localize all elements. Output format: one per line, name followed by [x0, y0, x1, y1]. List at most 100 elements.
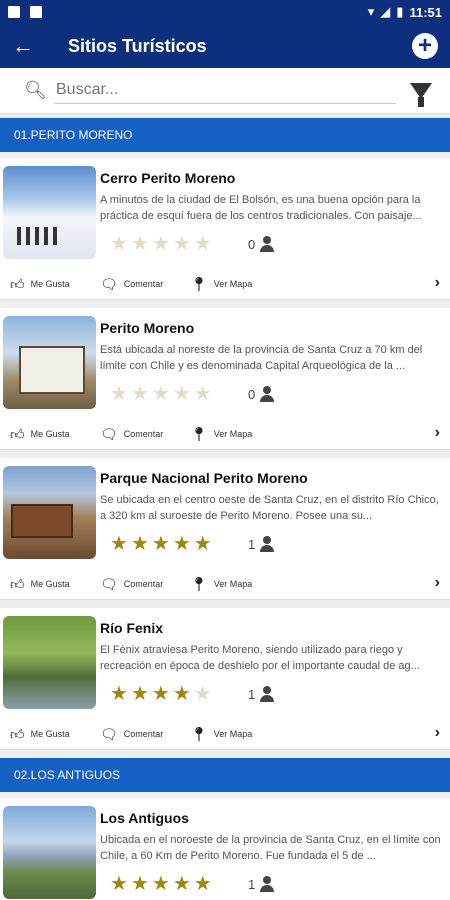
site-description: El Fénix atraviesa Perito Moreno, siendo… — [100, 644, 420, 672]
thumbs-up-icon: 👍︎ — [10, 425, 25, 442]
sites-list: 01.PERITO MORENO Cerro Perito Moreno A m… — [0, 118, 450, 900]
star-icon[interactable]: ★ — [131, 684, 149, 704]
chevron-right-icon[interactable]: › — [435, 424, 440, 442]
like-label: Me Gusta — [30, 279, 70, 289]
comment-button[interactable]: 🗨︎ Comentar — [100, 726, 163, 743]
comment-button[interactable]: 🗨︎ Comentar — [100, 576, 163, 593]
star-icon[interactable]: ★ — [152, 234, 170, 254]
map-button[interactable]: 📍︎ Ver Mapa — [190, 576, 252, 593]
search-input[interactable] — [54, 77, 396, 104]
star-icon[interactable]: ★ — [110, 384, 128, 404]
rating-stars[interactable]: ★ ★ ★ ★ ★ — [110, 534, 212, 554]
star-icon[interactable]: ★ — [173, 684, 191, 704]
site-card[interactable]: Cerro Perito Moreno A minutos de la ciud… — [0, 158, 450, 300]
rating-count-value: 1 — [248, 686, 256, 702]
comment-icon: 🗨︎ — [100, 425, 118, 442]
site-description: Ubicada en el noroeste de la provincia d… — [100, 834, 441, 862]
rating-count-value: 1 — [248, 536, 256, 552]
card-actions: 👍︎ Me Gusta 🗨︎ Comentar 📍︎ Ver Mapa — [0, 270, 450, 298]
app-bar: ← Sitios Turísticos + — [0, 24, 450, 68]
rating-count: 1 — [248, 536, 275, 552]
rating-stars[interactable]: ★ ★ ★ ★ ★ — [110, 384, 212, 404]
star-icon[interactable]: ★ — [194, 384, 212, 404]
like-button[interactable]: 👍︎ Me Gusta — [10, 276, 70, 293]
site-thumbnail[interactable] — [3, 166, 96, 259]
star-icon[interactable]: ★ — [131, 534, 149, 554]
like-button[interactable]: 👍︎ Me Gusta — [10, 726, 70, 743]
map-button[interactable]: 📍︎ Ver Mapa — [190, 276, 252, 293]
like-button[interactable]: 👍︎ Me Gusta — [10, 576, 70, 593]
chevron-right-icon[interactable]: › — [435, 274, 440, 292]
comment-button[interactable]: 🗨︎ Comentar — [100, 276, 163, 293]
thumbs-up-icon: 👍︎ — [10, 575, 25, 592]
star-icon[interactable]: ★ — [194, 874, 212, 894]
site-thumbnail[interactable] — [3, 316, 96, 409]
map-button[interactable]: 📍︎ Ver Mapa — [190, 726, 252, 743]
star-icon[interactable]: ★ — [152, 874, 170, 894]
star-icon[interactable]: ★ — [131, 234, 149, 254]
add-icon[interactable]: + — [412, 33, 438, 59]
comment-label: Comentar — [123, 279, 164, 289]
star-icon[interactable]: ★ — [173, 234, 191, 254]
star-icon[interactable]: ★ — [152, 684, 170, 704]
star-icon[interactable]: ★ — [173, 874, 191, 894]
site-description: Se ubicada en el centro oeste de Santa C… — [100, 494, 439, 522]
star-icon[interactable]: ★ — [194, 534, 212, 554]
star-icon[interactable]: ★ — [110, 534, 128, 554]
comment-label: Comentar — [123, 729, 164, 739]
star-icon[interactable]: ★ — [152, 534, 170, 554]
app-notification-icon — [30, 6, 42, 18]
image-notification-icon — [8, 6, 20, 18]
site-name: Los Antiguos — [100, 810, 189, 826]
site-description: A minutos de la ciudad de El Bolsón, es … — [100, 194, 422, 222]
back-arrow-icon[interactable]: ← — [12, 33, 42, 59]
star-icon[interactable]: ★ — [194, 684, 212, 704]
rating-stars[interactable]: ★ ★ ★ ★ ★ — [110, 684, 212, 704]
map-label: Ver Mapa — [213, 729, 253, 739]
map-button[interactable]: 📍︎ Ver Mapa — [190, 426, 252, 443]
star-icon[interactable]: ★ — [152, 384, 170, 404]
star-icon[interactable]: ★ — [131, 384, 149, 404]
comment-icon: 🗨︎ — [100, 575, 118, 592]
search-icon: 🔍︎ — [24, 80, 47, 100]
star-icon[interactable]: ★ — [110, 874, 128, 894]
chevron-right-icon[interactable]: › — [435, 724, 440, 742]
map-pin-icon: 📍︎ — [190, 425, 208, 442]
star-icon[interactable]: ★ — [173, 384, 191, 404]
rating-stars[interactable]: ★ ★ ★ ★ ★ — [110, 874, 212, 894]
comment-icon: 🗨︎ — [100, 275, 118, 292]
rating-count-value: 0 — [248, 386, 256, 402]
rating-count: 0 — [248, 386, 275, 402]
star-icon[interactable]: ★ — [110, 684, 128, 704]
rating-count-value: 1 — [248, 876, 256, 892]
site-thumbnail[interactable] — [3, 616, 96, 709]
rating-count: 1 — [248, 686, 275, 702]
site-thumbnail[interactable] — [3, 466, 96, 559]
star-icon[interactable]: ★ — [110, 234, 128, 254]
site-name: Río Fenix — [100, 620, 164, 636]
like-label: Me Gusta — [30, 579, 70, 589]
site-name: Perito Moreno — [100, 320, 195, 336]
comment-button[interactable]: 🗨︎ Comentar — [100, 426, 163, 443]
chevron-right-icon[interactable]: › — [435, 574, 440, 592]
site-card[interactable]: Perito Moreno Está ubicada al noreste de… — [0, 308, 450, 450]
site-card[interactable]: Parque Nacional Perito Moreno Se ubicada… — [0, 458, 450, 600]
site-card[interactable]: Río Fenix El Fénix atraviesa Perito More… — [0, 608, 450, 750]
card-actions: 👍︎ Me Gusta 🗨︎ Comentar 📍︎ Ver Mapa — [0, 720, 450, 748]
star-icon[interactable]: ★ — [194, 234, 212, 254]
site-thumbnail[interactable] — [3, 806, 96, 899]
comment-label: Comentar — [123, 429, 164, 439]
search-bar: 🔍︎ — [0, 68, 450, 114]
comment-icon: 🗨︎ — [100, 725, 118, 742]
star-icon[interactable]: ★ — [173, 534, 191, 554]
rating-stars[interactable]: ★ ★ ★ ★ ★ — [110, 234, 212, 254]
star-icon[interactable]: ★ — [131, 874, 149, 894]
like-label: Me Gusta — [30, 729, 70, 739]
map-pin-icon: 📍︎ — [190, 575, 208, 592]
person-icon — [259, 236, 275, 252]
like-button[interactable]: 👍︎ Me Gusta — [10, 426, 70, 443]
status-time: 11:51 — [409, 4, 442, 20]
filter-icon[interactable] — [410, 82, 432, 107]
site-card[interactable]: Los Antiguos Ubicada en el noroeste de l… — [0, 798, 450, 900]
person-icon — [259, 686, 275, 702]
